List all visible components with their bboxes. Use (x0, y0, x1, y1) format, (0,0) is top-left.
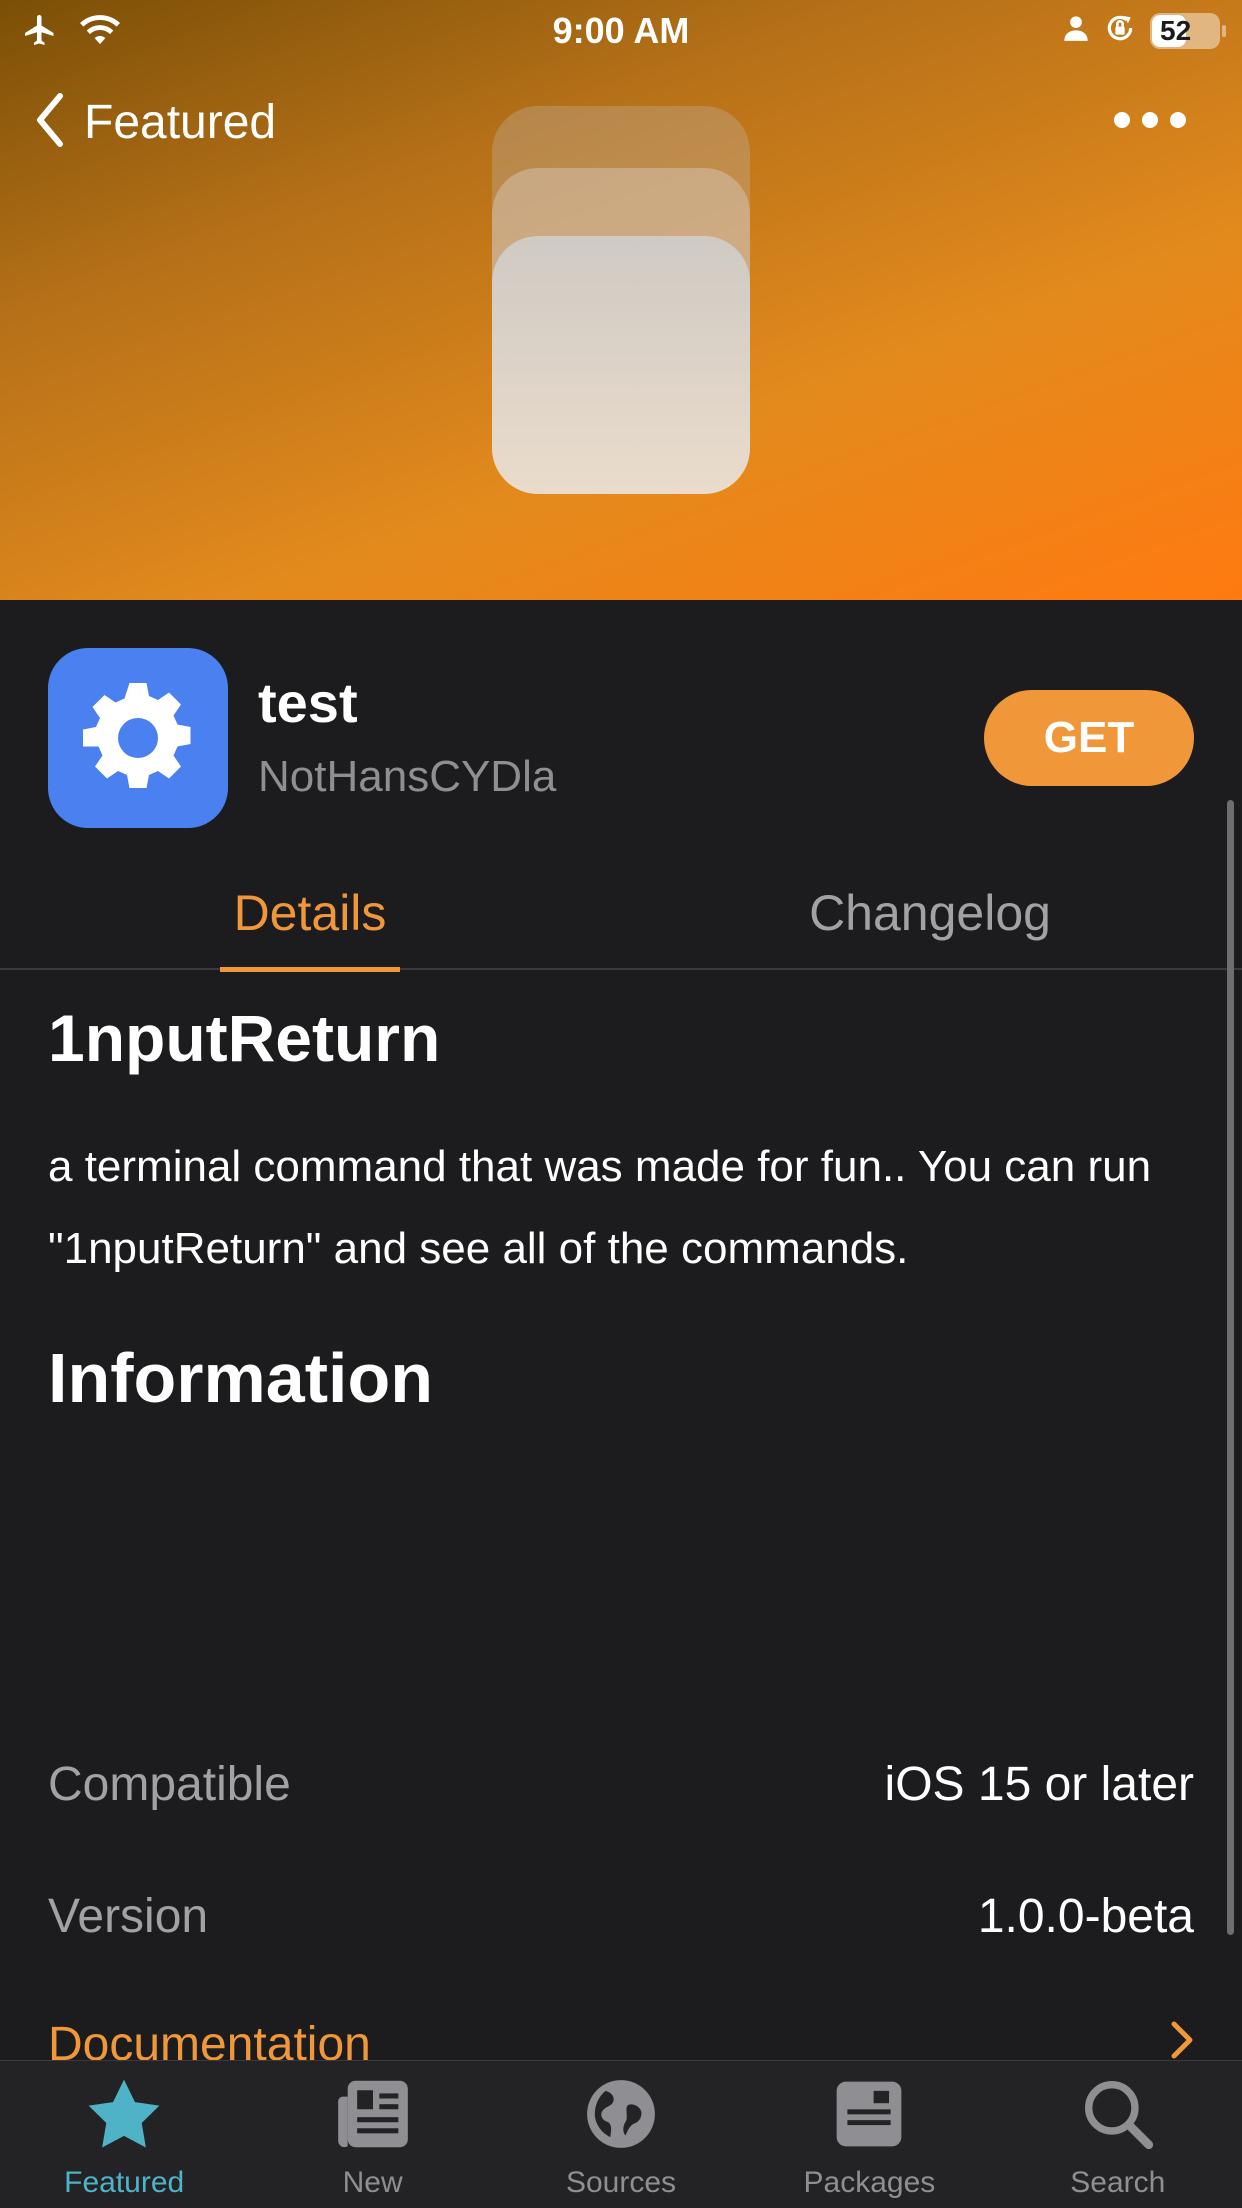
tabbar-item-new[interactable]: New (248, 2061, 496, 2208)
status-right: 52 (1062, 12, 1226, 49)
back-button[interactable]: Featured (34, 92, 276, 153)
tab-changelog[interactable]: Changelog (780, 870, 1080, 970)
package-description: a terminal command that was made for fun… (48, 1142, 1152, 1273)
segmented-tabs: Details Changelog (0, 870, 1242, 972)
info-row-version: Version 1.0.0-beta (48, 1876, 1194, 1956)
search-icon (1081, 2077, 1155, 2156)
package-banner-artwork (492, 106, 750, 494)
tab-bar: Featured New Sources Packages Search (0, 2060, 1242, 2208)
battery-level: 52 (1160, 14, 1192, 46)
package-name: test (258, 671, 358, 734)
app-icon (48, 648, 228, 828)
person-icon (1062, 14, 1090, 47)
info-row-compatible: Compatible iOS 15 or later (48, 1744, 1194, 1824)
tab-details[interactable]: Details (220, 870, 400, 972)
header-banner: 9:00 AM 52 Featured (0, 0, 1242, 600)
scrollbar[interactable] (1227, 800, 1234, 1935)
tabbar-label: Search (1070, 2166, 1166, 2199)
info-label: Version (48, 1889, 209, 1943)
tabbar-item-featured[interactable]: Featured (0, 2061, 248, 2208)
more-options-button[interactable] (1114, 112, 1186, 128)
gear-icon (83, 683, 191, 788)
newspaper-icon (335, 2077, 411, 2156)
package-icon (832, 2077, 906, 2156)
ellipsis-icon (1114, 112, 1130, 128)
package-title: 1nputReturn (48, 1001, 441, 1075)
info-value: 1.0.0-beta (977, 1889, 1194, 1943)
package-author: NotHansCYDla (258, 752, 557, 801)
tabbar-item-packages[interactable]: Packages (745, 2061, 993, 2208)
get-button[interactable]: GET (984, 690, 1194, 786)
orientation-lock-icon (1104, 12, 1136, 49)
star-icon (84, 2077, 164, 2156)
tabbar-label: New (342, 2166, 403, 2199)
tabbar-item-sources[interactable]: Sources (497, 2061, 745, 2208)
info-label: Compatible (48, 1757, 291, 1811)
information-heading: Information (48, 1339, 433, 1417)
status-time: 9:00 AM (552, 10, 690, 51)
tabbar-label: Sources (565, 2166, 677, 2199)
tabbar-label: Packages (803, 2166, 936, 2199)
battery-indicator: 52 (1150, 12, 1226, 49)
tabbar-item-search[interactable]: Search (994, 2061, 1242, 2208)
chevron-left-icon (34, 92, 64, 153)
status-bar: 9:00 AM 52 (0, 0, 1242, 62)
globe-icon (584, 2077, 658, 2156)
back-button-label: Featured (84, 96, 277, 149)
info-value: iOS 15 or later (884, 1757, 1194, 1811)
tabbar-label: Featured (64, 2166, 185, 2199)
